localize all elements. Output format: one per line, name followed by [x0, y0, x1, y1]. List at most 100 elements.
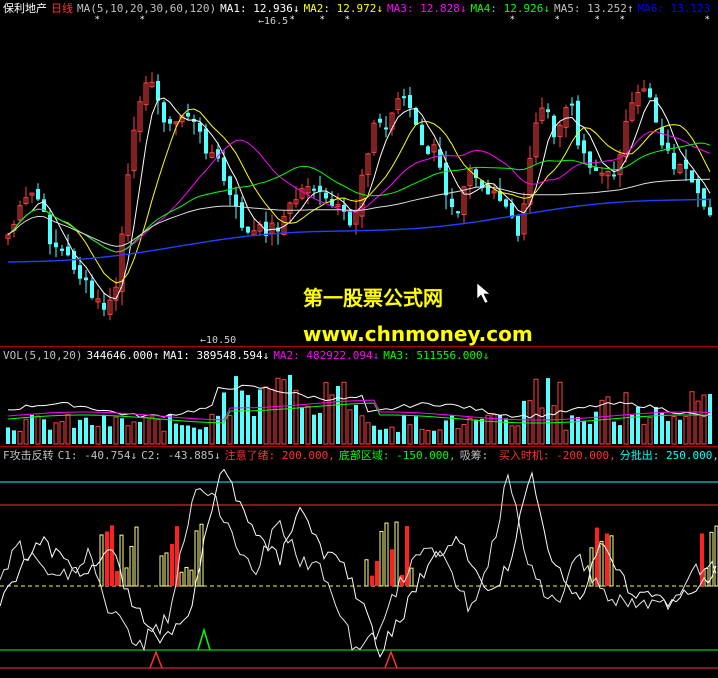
indicator-bar [184, 566, 189, 587]
volume-bar [180, 425, 184, 444]
ma-readout-4: MA4: 12.926↓ [470, 2, 551, 15]
volume-bar [198, 429, 202, 444]
volume-bar [149, 416, 155, 445]
volume-bar [131, 421, 137, 445]
volume-bar [222, 392, 226, 444]
volume-bar [84, 417, 88, 444]
volume-bar [155, 419, 161, 445]
volume-bar [467, 417, 473, 445]
volume-bar [90, 425, 94, 444]
vol-ma-readout-2: MA2: 482922.094↓ [273, 349, 380, 362]
stock-name[interactable]: 保利地产 [3, 2, 47, 15]
high-price-label: ←16.5 [258, 16, 289, 27]
ma-readout-2: MA2: 12.972↓ [303, 2, 384, 15]
candle-body [546, 109, 550, 113]
ma-readout-6: MA6: 13.123 [637, 2, 711, 15]
main-header: 保利地产 日线 MA(5,10,20,30,60,120) MA1: 12.936↓ M… [3, 2, 718, 16]
volume-bar [612, 421, 616, 444]
candle-body [240, 202, 244, 228]
volume-bar [12, 430, 16, 444]
volume-bar [300, 407, 304, 444]
indicator-bar [129, 545, 134, 587]
candle-body [234, 194, 238, 207]
candle-body [696, 179, 700, 194]
signal-star-marker: * [705, 15, 710, 25]
volume-bar [533, 378, 539, 445]
volume-bar [252, 416, 256, 444]
ma-definition[interactable]: MA(5,10,20,30,60,120) [77, 2, 216, 15]
indicator-readout-7: 分批出: 250.000, [619, 449, 718, 462]
indicator-bar [379, 530, 384, 587]
volume-bar [281, 379, 287, 445]
indicator-bar [370, 575, 374, 586]
signal-star-marker: * [595, 15, 600, 25]
volume-bar [359, 415, 365, 445]
candle-body [36, 188, 40, 200]
candle-body [66, 246, 70, 256]
candle-body [384, 127, 388, 130]
candle-body [660, 127, 664, 146]
candle-body [612, 174, 616, 177]
volume-bar [570, 415, 574, 444]
volume-bar [35, 415, 41, 445]
volume-bar [666, 421, 670, 444]
volume-bar [678, 419, 682, 444]
period-label[interactable]: 日线 [51, 2, 73, 15]
volume-bar [372, 425, 376, 444]
volume-bar [599, 399, 605, 445]
indicator-name[interactable]: F攻击反转 [3, 449, 54, 462]
volume-bar [347, 409, 353, 445]
candle-body [504, 199, 508, 207]
volume-bar [227, 414, 233, 445]
volume-bar [389, 426, 395, 445]
signal-star-marker: * [140, 15, 145, 25]
volume-bar [594, 411, 598, 444]
candle-body [690, 170, 694, 183]
candle-body [702, 188, 706, 207]
volume-bar [444, 420, 448, 444]
indicator-bar [375, 560, 379, 586]
indicator-bar [704, 568, 709, 587]
indicator-readout-5: 吸筹: [459, 449, 495, 462]
volume-bar [263, 386, 269, 445]
volume-bar [636, 406, 640, 444]
candle-body [570, 103, 574, 106]
candle-body [156, 80, 160, 101]
ma10-line [7, 108, 711, 284]
volume-bar [498, 415, 502, 444]
indicator-bar [364, 559, 369, 587]
candle-body [456, 211, 460, 214]
volume-bar [186, 425, 190, 444]
volume-bar [551, 405, 557, 445]
indicator-bar [384, 522, 389, 587]
ma30-line [7, 142, 711, 253]
volume-bar [312, 414, 316, 444]
signal-star-marker: * [620, 15, 625, 25]
ma-readout-3: MA3: 12.828↓ [387, 2, 467, 15]
candle-body [402, 96, 406, 99]
watermark-title: 第一股票公式网 [303, 286, 443, 310]
candle-body [90, 280, 94, 298]
indicator-bar [179, 571, 184, 587]
volume-bar [204, 427, 208, 444]
buy-signal-marker [384, 649, 398, 669]
indicator-readout-4: 底部区域: -150.000, [338, 449, 456, 462]
volume-bar [509, 425, 515, 445]
volume-bar [701, 394, 707, 445]
candle-body [102, 302, 106, 310]
indicator-readout-6: 买入时机: -200.000, [498, 449, 616, 462]
volume-bar [527, 400, 533, 445]
volume-bar [174, 423, 178, 444]
volume-bar [455, 428, 461, 445]
volume-bar [336, 386, 340, 444]
volume-bar [647, 417, 653, 445]
volume-bar [689, 391, 695, 445]
volume-bar [341, 381, 347, 445]
volume-bar [563, 429, 569, 445]
panel-divider-indicator [0, 446, 718, 447]
candle-body [648, 88, 652, 98]
volume-bar [461, 424, 467, 445]
indicator-readout-2: C2: -43.885↓ [141, 449, 221, 462]
vol-definition[interactable]: VOL(5,10,20) [3, 349, 82, 362]
volume-bar [365, 422, 371, 445]
